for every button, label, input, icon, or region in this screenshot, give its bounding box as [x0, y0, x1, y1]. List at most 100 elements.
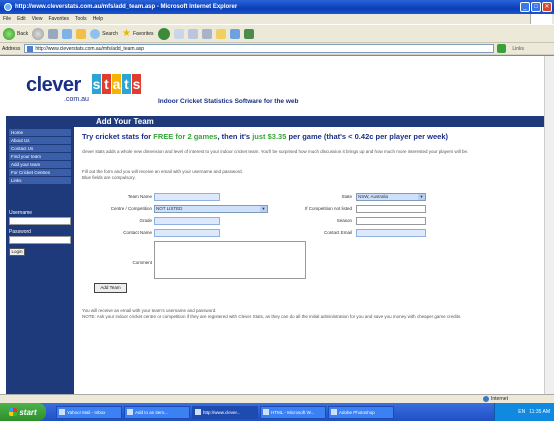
logo-stats[interactable]: s t a t s — [92, 74, 141, 94]
season-label: Season — [336, 218, 352, 223]
chevron-down-icon: ▼ — [260, 206, 267, 212]
state-select[interactable]: NSW, Australia ▼ — [356, 193, 426, 201]
contact-email-label: Contact Email — [323, 230, 352, 235]
sidebar-item-links[interactable]: Links — [9, 177, 71, 184]
state-value: NSW, Australia — [358, 194, 389, 199]
comment-textarea[interactable] — [154, 241, 306, 279]
menu-help[interactable]: Help — [93, 16, 103, 22]
taskbar: start Yahoo! Mail - Inbox Add to an item… — [0, 403, 554, 421]
security-zone: Internet — [483, 396, 508, 402]
logo-clever-text[interactable]: clever — [26, 74, 81, 97]
task-button[interactable]: Yahoo! Mail - Inbox — [56, 405, 122, 419]
go-button[interactable] — [497, 44, 507, 53]
clock: 11:35 AM — [529, 409, 550, 415]
logo-domain: .com.au — [64, 96, 89, 103]
address-label: Address — [2, 45, 21, 52]
task-button[interactable]: http://www.clever... — [192, 405, 258, 419]
menu-view[interactable]: View — [32, 16, 43, 22]
app-icon — [195, 409, 201, 415]
season-input[interactable] — [356, 217, 426, 225]
start-button[interactable]: start — [0, 403, 46, 421]
contact-name-input[interactable] — [154, 229, 220, 237]
app-icon — [127, 409, 133, 415]
logo-letter: t — [122, 74, 131, 94]
sidebar-item-find-team[interactable]: Find your team — [9, 153, 71, 160]
menu-tools[interactable]: Tools — [75, 16, 87, 22]
messenger-button[interactable] — [229, 28, 240, 39]
minimize-button[interactable]: _ — [520, 2, 530, 12]
search-button[interactable]: Search — [90, 28, 118, 39]
promo-text: Try cricket stats for FREE for 2 games, … — [82, 132, 448, 141]
favorites-label: Favorites — [132, 30, 154, 37]
grade-input[interactable] — [154, 217, 220, 225]
username-label: Username — [9, 210, 33, 216]
team-name-input[interactable] — [154, 193, 220, 201]
password-input[interactable] — [9, 236, 71, 244]
task-label: http://www.clever... — [203, 409, 241, 415]
task-button[interactable]: Add to an item... — [124, 405, 190, 419]
language-indicator[interactable]: EN — [518, 409, 525, 415]
task-list: Yahoo! Mail - Inbox Add to an item... ht… — [56, 405, 394, 419]
window-controls: _ □ ✕ — [520, 2, 552, 12]
media-button[interactable] — [157, 27, 170, 40]
mail-button[interactable] — [187, 28, 198, 39]
competition-name-input[interactable] — [356, 205, 426, 213]
edit-button[interactable] — [215, 28, 226, 39]
site-tagline: Indoor Cricket Statistics Software for t… — [158, 98, 299, 105]
browser-toolbar: Back Search ★ Favorites — [0, 24, 554, 42]
menu-favorites[interactable]: Favorites — [48, 16, 69, 22]
logo-letter: s — [92, 74, 101, 94]
favorites-button[interactable]: ★ Favorites — [122, 28, 154, 39]
status-bar: Internet — [0, 394, 554, 403]
page-title-band: Add Your Team — [6, 116, 544, 127]
maximize-button[interactable]: □ — [531, 2, 541, 12]
promo-part: , then it's — [217, 132, 253, 141]
logo-letter: s — [132, 74, 141, 94]
task-label: HTML - Microsoft W... — [271, 409, 315, 415]
start-label: start — [19, 407, 37, 417]
sidebar-item-centres[interactable]: For Cricket Centres — [9, 169, 71, 176]
sidebar-item-home[interactable]: Home — [9, 129, 71, 136]
grade-label: Grade — [139, 218, 152, 223]
centre-value: NOT LISTED — [156, 206, 183, 211]
contact-email-input[interactable] — [356, 229, 426, 237]
close-button[interactable]: ✕ — [542, 2, 552, 12]
back-button[interactable]: Back — [3, 27, 28, 40]
research-button[interactable] — [243, 28, 254, 39]
add-team-button[interactable]: Add Team — [94, 283, 127, 293]
vertical-scrollbar[interactable] — [544, 56, 554, 394]
centre-select[interactable]: NOT LISTED ▼ — [154, 205, 268, 213]
menu-edit[interactable]: Edit — [17, 16, 26, 22]
task-button[interactable]: HTML - Microsoft W... — [260, 405, 326, 419]
links-button[interactable]: Links — [512, 46, 524, 52]
sidebar-item-add-team[interactable]: Add your team — [9, 161, 71, 168]
print-button[interactable] — [201, 28, 212, 39]
blue-note: Blue fields are compulsory. — [82, 175, 136, 180]
sidebar-item-contact[interactable]: Contact Us — [9, 145, 71, 152]
window-titlebar: http://www.cleverstats.com.au/mfs/add_te… — [0, 0, 554, 14]
window-title: http://www.cleverstats.com.au/mfs/add_te… — [15, 4, 238, 10]
home-button[interactable] — [76, 28, 87, 39]
refresh-button[interactable] — [62, 28, 73, 39]
chevron-down-icon: ▼ — [418, 194, 425, 200]
search-label: Search — [102, 30, 118, 37]
after-paragraph-2: NOTE: Ask your indoor cricket centre or … — [82, 314, 462, 319]
back-arrow-icon — [3, 27, 15, 40]
task-label: Yahoo! Mail - Inbox — [67, 409, 106, 415]
menu-bar: File Edit View Favorites Tools Help — [0, 14, 554, 24]
zone-label: Internet — [491, 396, 508, 402]
site-header: clever s t a t s .com.au Indoor Cricket … — [0, 56, 544, 112]
login-button[interactable]: Login — [9, 248, 25, 256]
contact-name-label: Contact Name — [123, 230, 152, 235]
menu-file[interactable]: File — [3, 16, 11, 22]
username-input[interactable] — [9, 217, 71, 225]
address-input[interactable]: http://www.cleverstats.com.au/mfs/add_te… — [24, 44, 495, 53]
forward-button[interactable] — [32, 27, 45, 40]
task-button[interactable]: Adobe Photoshop — [328, 405, 394, 419]
address-bar: Address http://www.cleverstats.com.au/mf… — [0, 42, 554, 54]
history-button[interactable] — [173, 28, 184, 39]
promo-part: per game (that's < 0.42c per player per … — [286, 132, 449, 141]
stop-button[interactable] — [48, 28, 59, 39]
sidebar-item-about[interactable]: About Us — [9, 137, 71, 144]
page-icon — [27, 45, 34, 52]
